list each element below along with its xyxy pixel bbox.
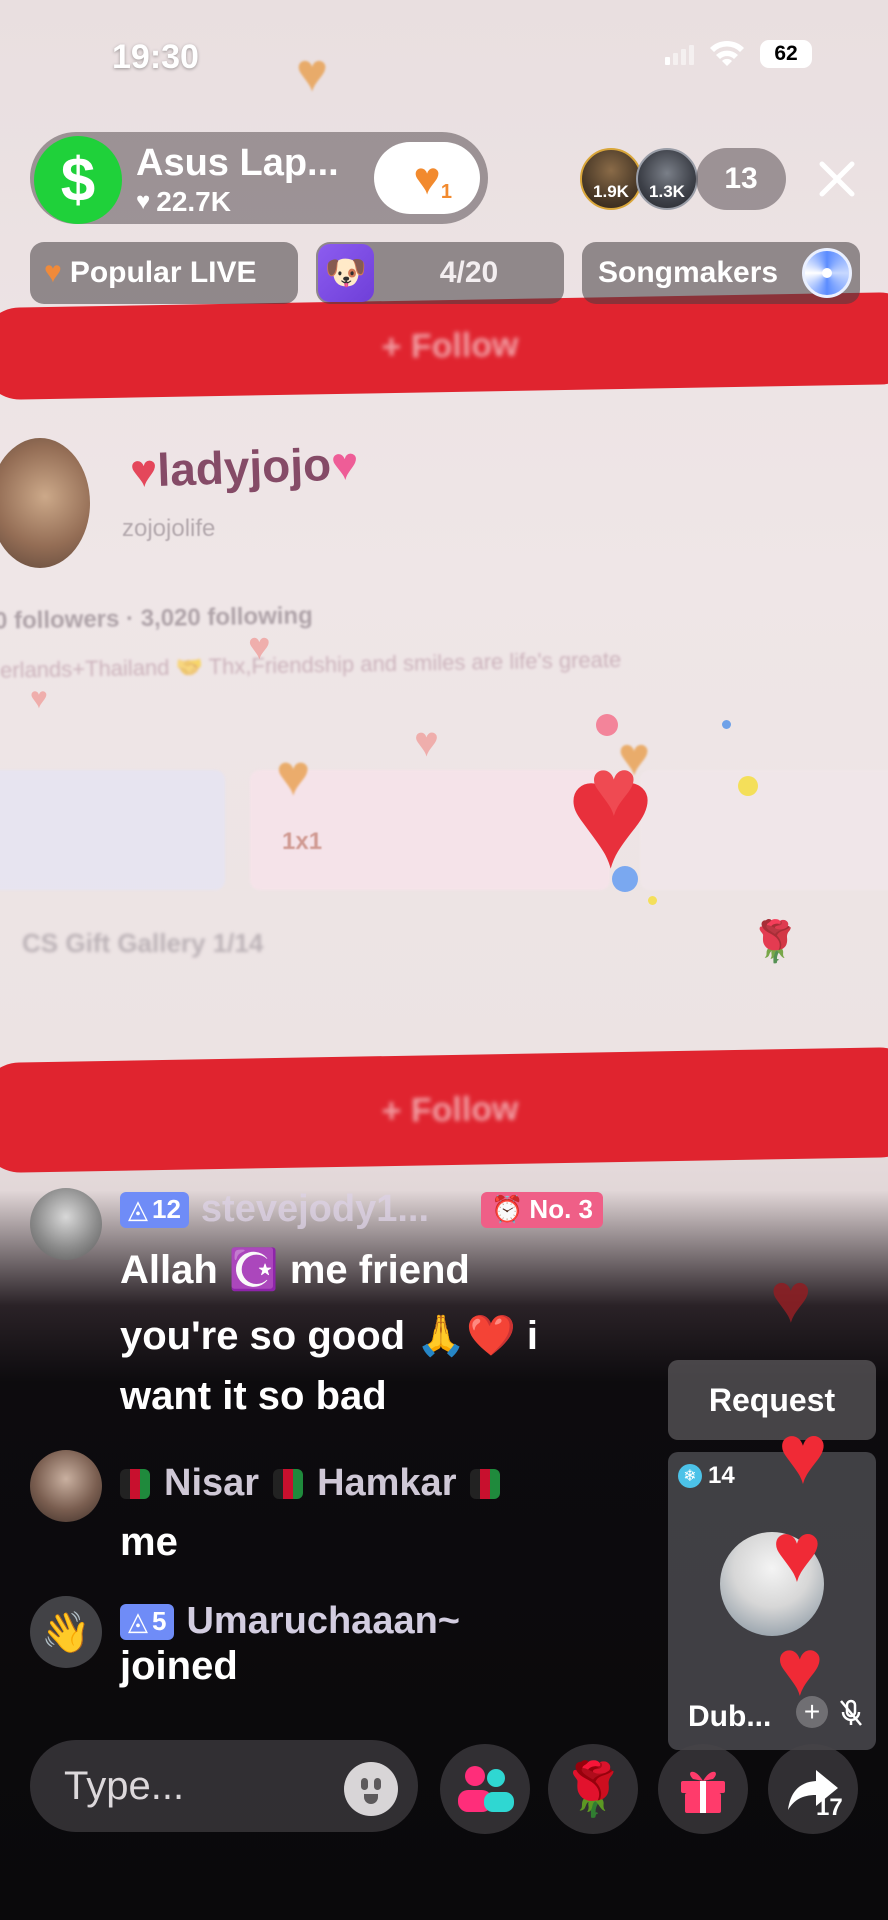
background-rose-icon: 🌹 (750, 920, 800, 964)
background-follow-bar-bottom: + Follow (0, 1046, 888, 1174)
background-follow-bar-top: + Follow (0, 291, 888, 401)
chat-username[interactable]: Nisar Hamkar (120, 1462, 501, 1505)
host-follow-button[interactable]: ♥ 1 (374, 142, 480, 214)
top-viewer-avatar[interactable]: 1.9K (580, 148, 642, 210)
orange-heart-icon: ♥ (413, 152, 441, 204)
status-time: 19:30 (112, 38, 199, 76)
top-viewer-avatar[interactable]: 1.3K (636, 148, 698, 210)
guest-name: Dub... (688, 1700, 772, 1733)
background-profile-bio: erlands+Thailand 🤝 Thx,Friendship and sm… (0, 647, 622, 683)
songmakers-chip[interactable]: Songmakers (582, 242, 860, 304)
chat-avatar[interactable]: 👋 (30, 1596, 102, 1668)
background-gold-heart-icon: ♥ (296, 43, 329, 103)
share-button[interactable] (768, 1744, 858, 1834)
background-card (640, 770, 888, 890)
background-profile-handle: zojojolife (122, 515, 216, 542)
share-count: 17 (816, 1794, 843, 1821)
background-profile-avatar (0, 438, 90, 568)
music-disc-icon (802, 248, 852, 298)
battery-icon: 62 (760, 40, 812, 68)
floating-heart-icon: ♥ (590, 743, 638, 832)
people-icon (458, 1766, 514, 1812)
floating-heart-icon: ♥ (30, 682, 48, 715)
afghanistan-flag-icon (273, 1468, 304, 1499)
gift-button[interactable] (658, 1744, 748, 1834)
corgi-gift-icon: 🐶 (318, 244, 374, 302)
goal-progress-chip[interactable]: 🐶 4/20 (316, 242, 564, 304)
heart-icon: ♥ (136, 188, 151, 215)
chat-header: Nisar Hamkar (120, 1462, 501, 1505)
floating-heart-icon: ♥ (778, 1407, 828, 1501)
rose-gift-button[interactable]: 🌹 (548, 1744, 638, 1834)
popular-live-chip[interactable]: ♥ Popular LIVE (30, 242, 298, 304)
chat-avatar[interactable] (30, 1450, 102, 1522)
background-gold-heart-icon: ♥ (276, 743, 311, 808)
floating-heart-icon: ♥ (772, 1505, 822, 1599)
cellular-signal-icon (665, 43, 694, 65)
confetti-dot (648, 896, 657, 905)
confetti-dot (722, 720, 731, 729)
host-avatar[interactable]: $ (34, 136, 122, 224)
background-gallery-label: CS Gift Gallery 1/14 (22, 928, 264, 958)
chat-message: joined (120, 1644, 238, 1688)
background-card (0, 770, 225, 890)
host-info-pill[interactable]: $ Asus Lap... ♥ 22.7K ♥ 1 (30, 132, 488, 224)
gift-icon (681, 1771, 725, 1813)
status-indicators: 62 (665, 40, 812, 68)
rose-icon: 🌹 (560, 1760, 626, 1819)
floating-heart-icon: ♥ (770, 1259, 812, 1337)
viewer-count-button[interactable]: 13 (696, 148, 786, 210)
request-button[interactable]: Request (668, 1360, 876, 1440)
close-icon[interactable] (812, 154, 862, 204)
alarm-icon: ⏰ (491, 1194, 524, 1224)
snowflake-icon: ❄ (678, 1464, 702, 1488)
emoji-icon[interactable] (344, 1762, 398, 1816)
floating-heart-icon: ♥ (776, 1623, 824, 1712)
confetti-dot (738, 776, 758, 796)
mic-muted-icon (838, 1698, 864, 1733)
level-badge: ◬ 5 (120, 1603, 175, 1640)
multi-guest-button[interactable] (440, 1744, 530, 1834)
chat-avatar[interactable] (30, 1188, 102, 1260)
guest-card[interactable]: ❄ 14 Dub... + (668, 1452, 876, 1750)
background-card-value: 1x1 (282, 828, 323, 855)
waving-hand-icon: 👋 (41, 1610, 91, 1655)
host-likes: ♥ 22.7K (136, 186, 231, 217)
level-icon: ◬ (128, 1194, 148, 1224)
chat-username[interactable]: stevejody1... (201, 1188, 429, 1231)
chat-message: me (120, 1520, 178, 1564)
follow-badge: 1 (440, 181, 452, 203)
wifi-icon (708, 40, 746, 68)
background-profile-name: ♥ladyjojo♥ (129, 437, 360, 497)
top-viewers[interactable]: 1.9K 1.3K (580, 148, 698, 210)
chat-message: Allah ☪️ me friend you're so good 🙏❤️ i … (120, 1248, 539, 1418)
level-icon: ◬ (128, 1606, 148, 1636)
chat-header: ◬ 12 stevejody1... ⏰ No. 3 (120, 1188, 603, 1231)
host-name: Asus Lap... (136, 142, 339, 184)
broken-heart-icon: ♥ (44, 256, 62, 289)
guest-score: ❄ 14 (678, 1462, 735, 1490)
floating-heart-icon: ♥ (248, 626, 271, 668)
confetti-dot (612, 866, 638, 892)
level-badge: ◬ 12 (120, 1191, 189, 1228)
afghanistan-flag-icon (120, 1468, 150, 1499)
floating-heart-icon: ♥ (414, 718, 439, 765)
confetti-dot (596, 714, 618, 736)
afghanistan-flag-icon (470, 1468, 501, 1499)
rank-badge: ⏰ No. 3 (481, 1191, 603, 1228)
